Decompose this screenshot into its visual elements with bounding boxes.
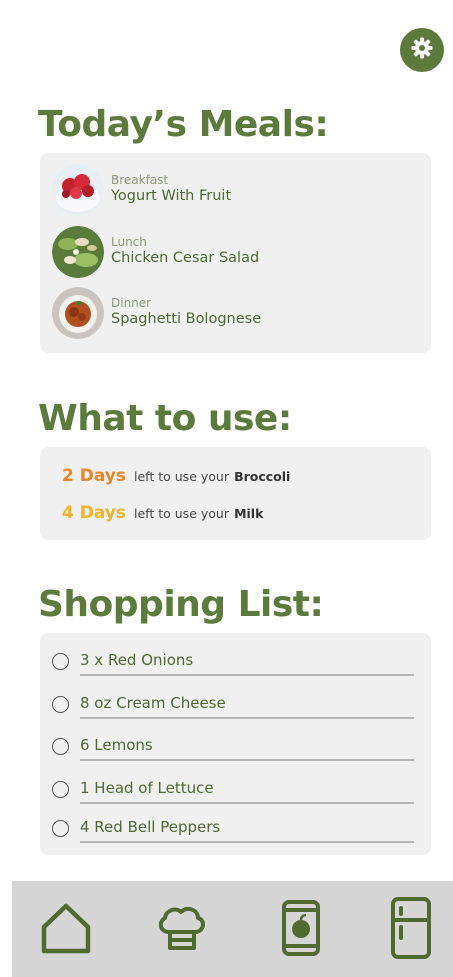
use-card: 2 Days left to use your Broccoli 4 Days le… — [40, 447, 431, 540]
shopping-item-label: 1 Head of Lettuce — [80, 779, 214, 797]
meal-item-lunch[interactable]: Lunch Chicken Cesar Salad — [52, 226, 412, 278]
checkbox-radio[interactable] — [52, 820, 69, 837]
gear-icon — [410, 36, 434, 64]
meal-name: Chicken Cesar Salad — [111, 250, 260, 266]
use-title: What to use: — [38, 398, 292, 439]
days-left: 2 Days — [62, 466, 127, 486]
meals-card: Breakfast Yogurt With Fruit Lunch Chicke… — [40, 153, 431, 353]
shopping-item-label: 3 x Red Onions — [80, 651, 194, 669]
meal-type: Breakfast — [111, 173, 169, 187]
chef-hat-icon — [154, 900, 210, 960]
use-text: left to use your — [134, 506, 229, 521]
shopping-item[interactable]: 6 Lemons — [52, 736, 417, 770]
yogurt-fruit-image — [52, 164, 104, 216]
underline-divider — [80, 717, 414, 719]
meal-item-dinner[interactable]: Dinner Spaghetti Bolognese — [52, 287, 412, 339]
use-ingredient: Broccoli — [234, 469, 291, 484]
shopping-item[interactable]: 8 oz Cream Cheese — [52, 694, 417, 728]
checkbox-radio[interactable] — [52, 781, 69, 798]
fridge-icon — [387, 896, 435, 964]
use-text: left to use your — [134, 469, 229, 484]
underline-divider — [80, 802, 414, 804]
use-ingredient: Milk — [234, 506, 264, 521]
checkbox-radio[interactable] — [52, 738, 69, 755]
meal-type: Dinner — [111, 296, 152, 310]
meal-name: Yogurt With Fruit — [111, 188, 232, 204]
underline-divider — [80, 674, 414, 676]
shopping-item[interactable]: 4 Red Bell Peppers — [52, 818, 417, 852]
underline-divider — [80, 841, 414, 843]
nav-fridge-button[interactable] — [381, 896, 441, 964]
days-left: 4 Days — [62, 503, 127, 523]
meal-type: Lunch — [111, 235, 147, 249]
shopping-item-label: 4 Red Bell Peppers — [80, 818, 221, 836]
use-item-milk[interactable]: 4 Days left to use your Milk — [62, 503, 263, 527]
nav-home-button[interactable] — [36, 899, 96, 961]
shopping-item-label: 6 Lemons — [80, 736, 153, 754]
nav-pantry-button[interactable] — [271, 899, 331, 961]
checkbox-radio[interactable] — [52, 653, 69, 670]
checkbox-radio[interactable] — [52, 696, 69, 713]
meals-title: Today’s Meals: — [38, 104, 329, 145]
use-item-broccoli[interactable]: 2 Days left to use your Broccoli — [62, 466, 290, 490]
shopping-item[interactable]: 1 Head of Lettuce — [52, 779, 417, 813]
pantry-jar-icon — [276, 898, 326, 962]
nav-recipes-button[interactable] — [152, 899, 212, 961]
caesar-salad-image — [52, 226, 104, 278]
shopping-item-label: 8 oz Cream Cheese — [80, 694, 226, 712]
shopping-title: Shopping List: — [38, 584, 324, 625]
bottom-nav — [12, 881, 453, 977]
meal-name: Spaghetti Bolognese — [111, 311, 262, 327]
shopping-item[interactable]: 3 x Red Onions — [52, 651, 417, 685]
underline-divider — [80, 759, 414, 761]
settings-button[interactable] — [400, 28, 444, 72]
meal-item-breakfast[interactable]: Breakfast Yogurt With Fruit — [52, 164, 412, 216]
spaghetti-image — [52, 287, 104, 339]
shopping-card: 3 x Red Onions 8 oz Cream Cheese 6 Lemon… — [40, 633, 431, 855]
home-icon — [39, 901, 93, 959]
